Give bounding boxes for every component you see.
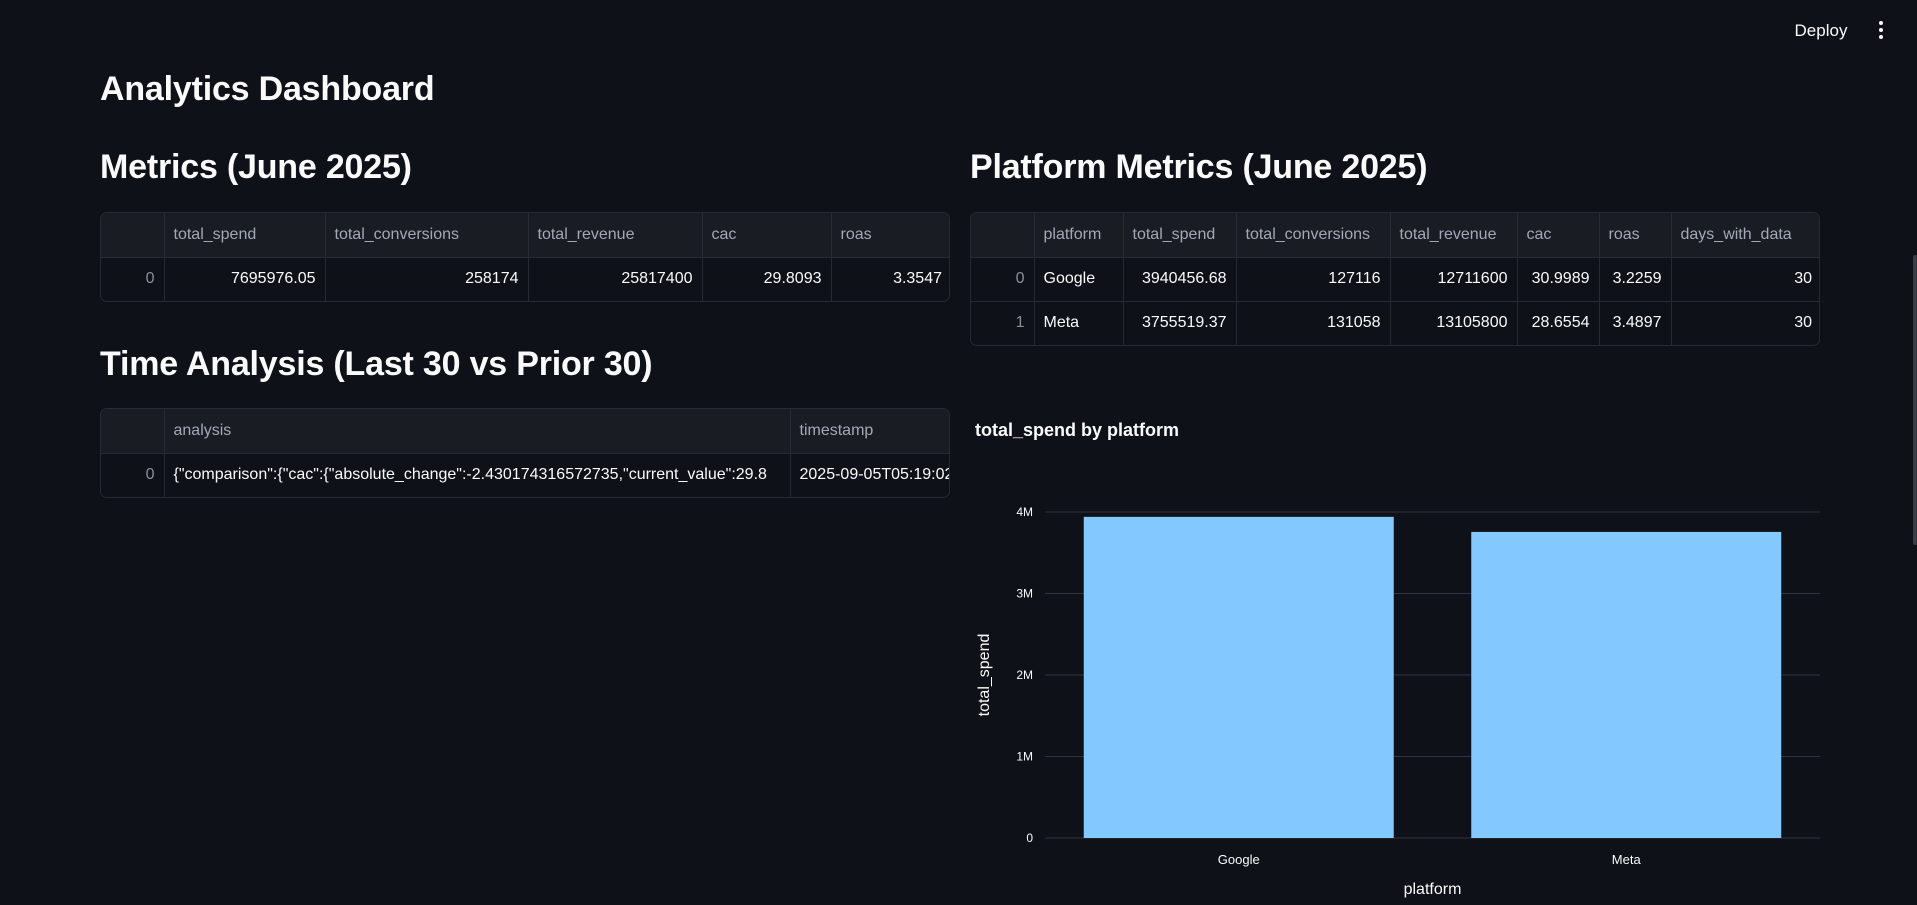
deploy-button[interactable]: Deploy <box>1782 18 1860 44</box>
column-header[interactable]: total_revenue <box>1390 213 1518 258</box>
table-cell[interactable]: 127116 <box>1236 257 1391 302</box>
column-header[interactable]: total_conversions <box>325 213 529 258</box>
column-header[interactable]: roas <box>831 213 949 258</box>
row-index[interactable]: 0 <box>101 453 165 497</box>
y-axis-title: total_spend <box>976 634 993 717</box>
more-vertical-icon[interactable] <box>1870 16 1892 44</box>
column-header[interactable] <box>101 213 165 258</box>
table-header-row: total_spend total_conversions total_reve… <box>101 213 949 258</box>
table-cell[interactable]: 2025-09-05T05:19:02 <box>790 453 950 497</box>
metrics-title: Metrics (June 2025) <box>100 148 412 186</box>
time-analysis-table[interactable]: analysis timestamp 0 {"comparison":{"cac… <box>100 408 950 498</box>
column-header[interactable]: cac <box>702 213 832 258</box>
column-header[interactable]: total_spend <box>1123 213 1237 258</box>
column-header[interactable] <box>101 409 165 454</box>
table-cell[interactable]: 30.9989 <box>1517 257 1600 302</box>
column-header[interactable]: timestamp <box>790 409 949 454</box>
row-index[interactable]: 0 <box>971 257 1035 302</box>
column-header[interactable] <box>971 213 1035 258</box>
table-row: 0 7695976.05 258174 25817400 29.8093 3.3… <box>101 257 949 301</box>
table-cell[interactable]: 258174 <box>325 257 529 301</box>
row-index[interactable]: 0 <box>101 257 165 301</box>
table-cell[interactable]: Google <box>1034 257 1124 302</box>
table-header-row: analysis timestamp <box>101 409 949 454</box>
column-header[interactable]: analysis <box>164 409 791 454</box>
column-header[interactable]: total_conversions <box>1236 213 1391 258</box>
scrollbar[interactable] <box>1913 255 1917 545</box>
table-cell[interactable]: 3.4897 <box>1599 301 1672 345</box>
chart-title: total_spend by platform <box>975 420 1180 440</box>
column-header[interactable]: cac <box>1517 213 1600 258</box>
column-header[interactable]: total_revenue <box>528 213 703 258</box>
table-cell[interactable]: 3.2259 <box>1599 257 1672 302</box>
column-header[interactable]: roas <box>1599 213 1672 258</box>
metrics-table[interactable]: total_spend total_conversions total_reve… <box>100 212 950 302</box>
table-cell[interactable]: 131058 <box>1236 301 1391 345</box>
table-cell[interactable]: 7695976.05 <box>164 257 326 301</box>
table-header-row: platform total_spend total_conversions t… <box>971 213 1819 258</box>
table-row: 0 Google 3940456.68 127116 12711600 30.9… <box>971 257 1819 302</box>
x-tick-label: Google <box>1218 852 1260 867</box>
table-row: 1 Meta 3755519.37 131058 13105800 28.655… <box>971 301 1819 345</box>
bar-chart[interactable]: 0 1M 2M 3M 4M Google Meta platform total_spend <box>970 490 1830 905</box>
row-index[interactable]: 1 <box>971 301 1035 345</box>
table-cell[interactable]: 25817400 <box>528 257 703 301</box>
column-header[interactable]: platform <box>1034 213 1124 258</box>
y-tick-label: 2M <box>1016 668 1033 682</box>
table-cell[interactable]: {"comparison":{"cac":{"absolute_change":… <box>164 453 791 497</box>
bar[interactable] <box>1471 531 1782 838</box>
table-cell[interactable]: 3755519.37 <box>1123 301 1237 345</box>
table-cell[interactable]: 29.8093 <box>702 257 832 301</box>
table-cell[interactable]: Meta <box>1034 301 1124 345</box>
column-header[interactable]: total_spend <box>164 213 326 258</box>
y-tick-label: 3M <box>1016 587 1033 601</box>
x-axis-title: platform <box>1404 881 1462 898</box>
y-tick-label: 1M <box>1016 750 1033 764</box>
table-row: 0 {"comparison":{"cac":{"absolute_change… <box>101 453 950 497</box>
table-cell[interactable]: 28.6554 <box>1517 301 1600 345</box>
platform-metrics-table[interactable]: platform total_spend total_conversions t… <box>970 212 1820 346</box>
table-cell[interactable]: 30 <box>1671 301 1819 345</box>
table-cell[interactable]: 3940456.68 <box>1123 257 1237 302</box>
y-tick-label: 4M <box>1016 505 1033 519</box>
table-cell[interactable]: 30 <box>1671 257 1819 302</box>
column-header[interactable]: days_with_data <box>1671 213 1819 258</box>
table-cell[interactable]: 13105800 <box>1390 301 1518 345</box>
platform-metrics-title: Platform Metrics (June 2025) <box>970 148 1428 186</box>
streamlit-app: Deploy Analytics Dashboard Metrics (June… <box>0 0 1917 905</box>
page-title: Analytics Dashboard <box>100 70 435 108</box>
time-analysis-title: Time Analysis (Last 30 vs Prior 30) <box>100 345 653 383</box>
table-cell[interactable]: 3.3547 <box>831 257 949 301</box>
x-tick-label: Meta <box>1612 852 1642 867</box>
y-tick-label: 0 <box>1026 831 1033 845</box>
bar[interactable] <box>1083 516 1394 838</box>
table-cell[interactable]: 12711600 <box>1390 257 1518 302</box>
